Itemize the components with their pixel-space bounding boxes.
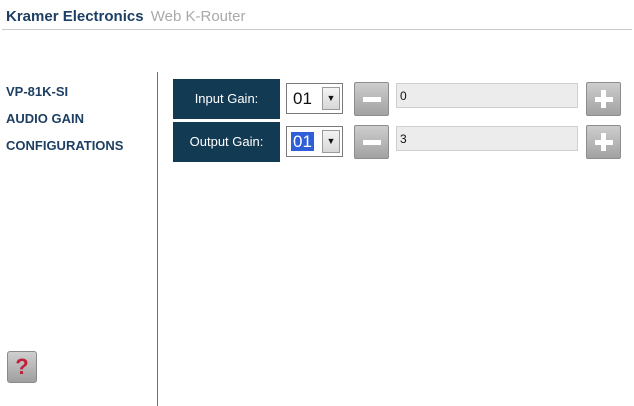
output-gain-channel-value: 01 xyxy=(291,132,314,151)
question-mark-icon: ? xyxy=(15,354,29,379)
input-gain-increase-button[interactable] xyxy=(586,82,621,116)
output-gain-label: Output Gain: xyxy=(173,122,280,162)
output-gain-decrease-button[interactable] xyxy=(354,125,389,159)
chevron-down-icon[interactable]: ▼ xyxy=(322,87,340,110)
input-gain-decrease-button[interactable] xyxy=(354,82,389,116)
output-gain-value-field[interactable] xyxy=(396,126,578,151)
output-gain-increase-button[interactable] xyxy=(586,125,621,159)
page-title-line-section: AUDIO GAIN xyxy=(6,111,84,126)
chevron-down-icon[interactable]: ▼ xyxy=(322,130,340,153)
plus-icon xyxy=(594,133,613,151)
header-divider xyxy=(2,29,632,30)
brand-name: Kramer Electronics xyxy=(6,8,144,25)
input-gain-row: Input Gain: 01 ▼ xyxy=(173,79,628,119)
input-gain-label: Input Gain: xyxy=(173,79,280,119)
page-title: VP-81K-SI AUDIO GAIN CONFIGURATIONS xyxy=(6,78,123,159)
sidebar-divider xyxy=(157,72,158,406)
minus-icon xyxy=(362,139,381,145)
output-gain-channel-select[interactable]: 01 ▼ xyxy=(286,126,343,157)
page-title-line-page: CONFIGURATIONS xyxy=(6,138,124,153)
app-name: Web K-Router xyxy=(150,8,246,25)
page-title-line-device: VP-81K-SI xyxy=(6,84,69,99)
header: Kramer Electronics Web K-Router xyxy=(6,8,246,26)
help-button[interactable]: ? xyxy=(7,351,37,383)
minus-icon xyxy=(362,96,381,102)
plus-icon xyxy=(594,90,613,108)
input-gain-channel-select[interactable]: 01 ▼ xyxy=(286,83,343,114)
output-gain-row: Output Gain: 01 ▼ xyxy=(173,122,628,162)
input-gain-channel-value: 01 xyxy=(293,89,312,108)
input-gain-value-field[interactable] xyxy=(396,83,578,108)
page: Kramer Electronics Web K-Router VP-81K-S… xyxy=(0,0,634,406)
